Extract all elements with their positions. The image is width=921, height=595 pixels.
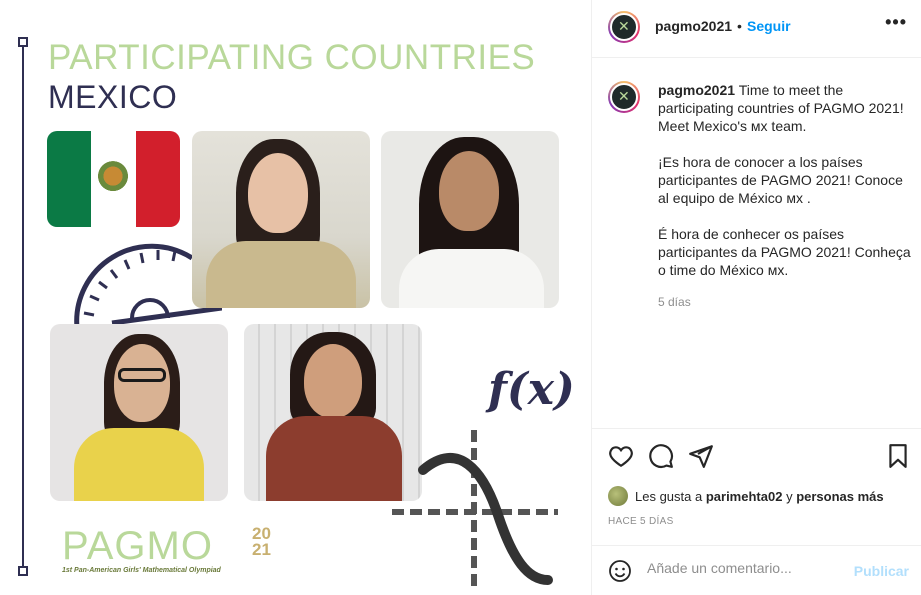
caption-paragraph: ¡Es hora de conocer a los países partici… — [658, 154, 903, 206]
caption-paragraph: É hora de conhecer os países participant… — [658, 226, 911, 278]
team-member-photo — [381, 131, 559, 308]
follow-button[interactable]: Seguir — [747, 18, 791, 34]
decorative-line — [22, 42, 24, 570]
line-cap-bottom — [18, 566, 28, 576]
team-member-photo — [50, 324, 228, 501]
avatar[interactable] — [608, 81, 640, 113]
share-icon[interactable] — [688, 443, 714, 469]
team-member-photo — [192, 131, 370, 308]
mexico-flag — [47, 131, 180, 227]
bookmark-icon[interactable] — [885, 443, 911, 469]
avatar[interactable] — [608, 11, 640, 43]
caption-username[interactable]: pagmo2021 — [658, 82, 735, 98]
comment-bar: Publicar — [592, 545, 921, 595]
heart-icon[interactable] — [608, 443, 634, 469]
caption-text: pagmo2021 Time to meet the participating… — [658, 81, 913, 297]
logo-word: PAGMO — [62, 524, 213, 568]
logo-year: 20 21 — [252, 524, 271, 559]
comment-input[interactable] — [647, 560, 847, 576]
post-sidebar: pagmo2021 • Seguir ••• pagmo2021 Time to… — [591, 0, 921, 595]
function-notation: f(x) — [488, 364, 575, 415]
image-title: PARTICIPATING COUNTRIES — [48, 38, 536, 77]
caption-timestamp[interactable]: 5 días — [658, 295, 691, 309]
action-bar — [592, 428, 921, 486]
post-image[interactable]: PARTICIPATING COUNTRIES MEXICO f(x) PAGM… — [0, 0, 591, 595]
liker-username[interactable]: parimehta02 — [706, 489, 783, 504]
likes-others-link[interactable]: personas más — [796, 489, 883, 504]
post-header: pagmo2021 • Seguir ••• — [592, 0, 921, 58]
comment-icon[interactable] — [648, 443, 674, 469]
more-icon[interactable]: ••• — [885, 12, 907, 33]
header-username[interactable]: pagmo2021 — [655, 18, 732, 34]
separator-dot: • — [737, 18, 742, 34]
emoji-icon[interactable] — [608, 559, 632, 583]
line-cap-top — [18, 37, 28, 47]
publish-button[interactable]: Publicar — [854, 563, 909, 579]
image-country: MEXICO — [48, 79, 178, 115]
liker-avatar[interactable] — [608, 486, 628, 506]
likes-summary: Les gusta a parimehta02 y personas más — [608, 486, 884, 506]
pagmo-logo: PAGMO 20 21 1st Pan-American Girls' Mathe… — [62, 524, 271, 574]
post-timestamp[interactable]: HACE 5 DÍAS — [608, 516, 674, 527]
graph-illustration — [392, 430, 558, 590]
